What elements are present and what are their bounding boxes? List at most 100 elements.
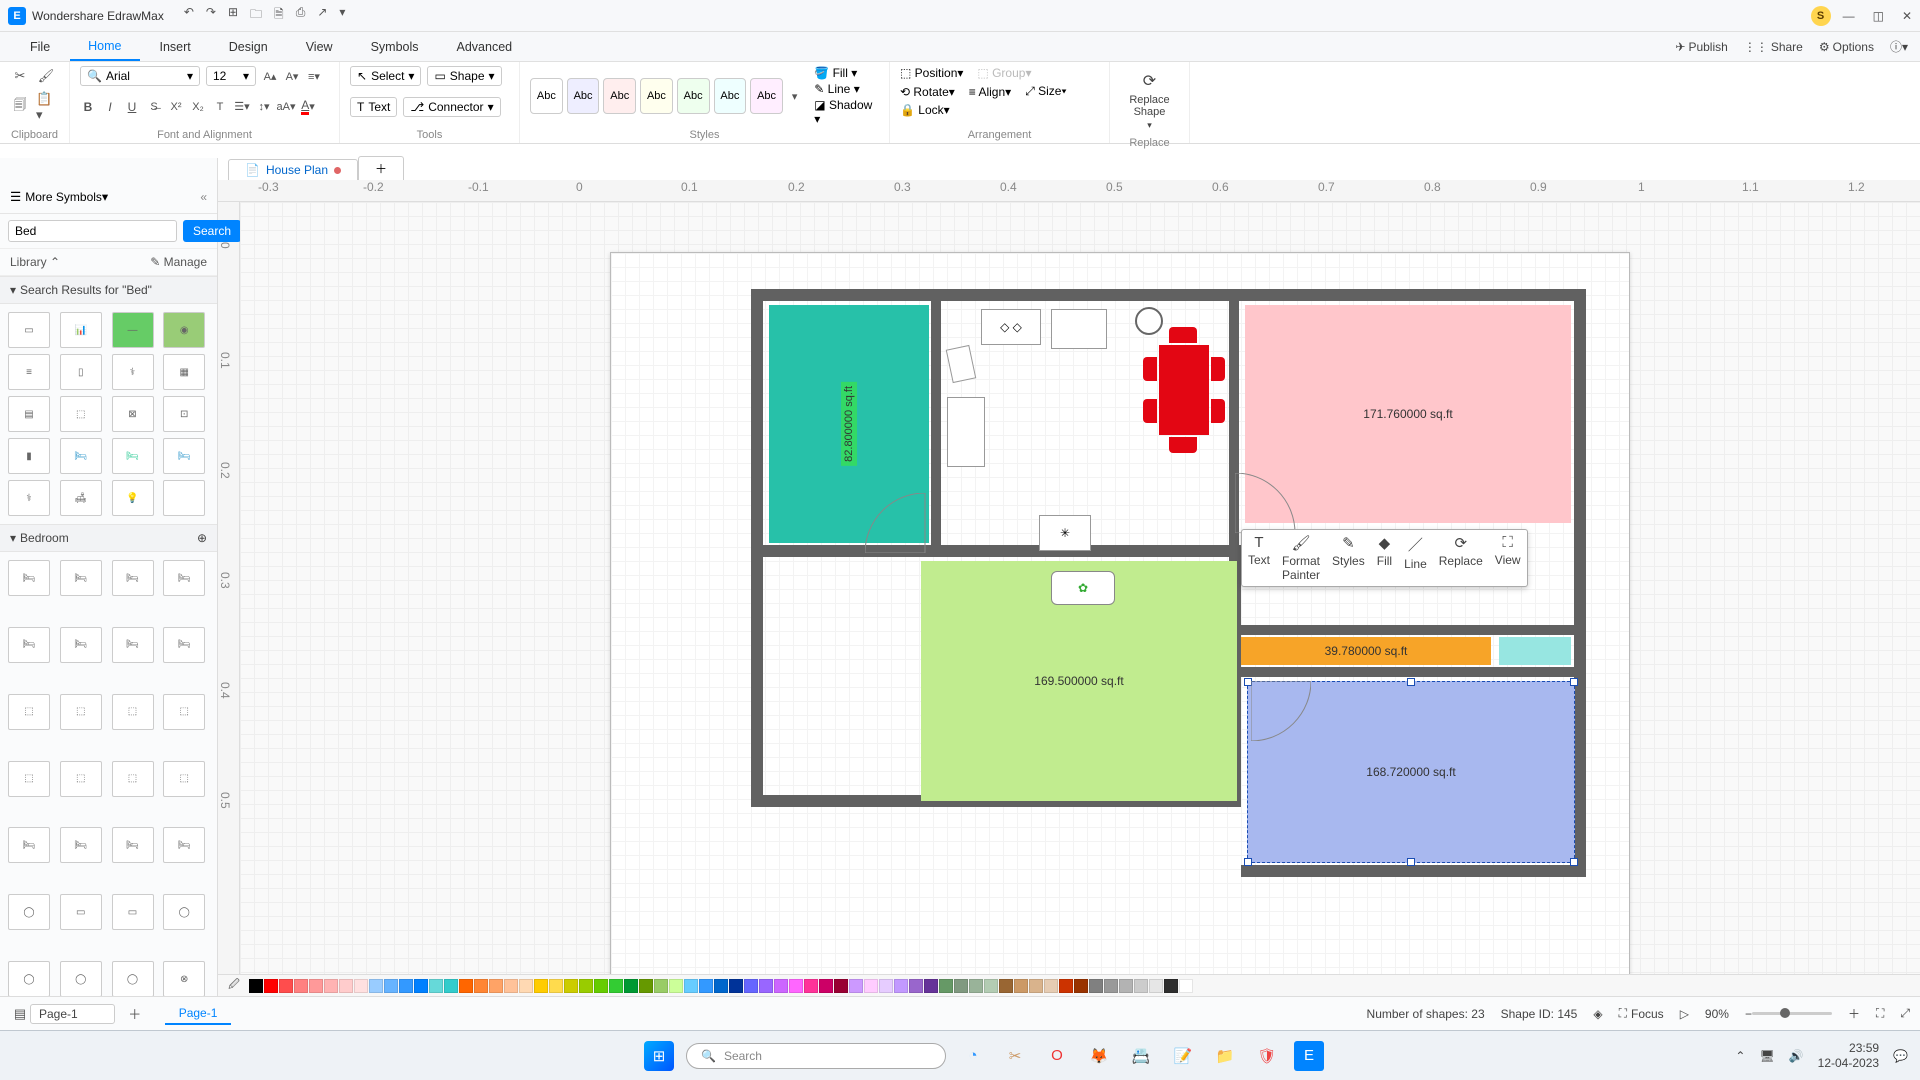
library-link[interactable]: Library ⌃ <box>10 255 60 269</box>
cut-icon[interactable]: ✂ <box>10 66 30 86</box>
symbol-item[interactable]: ▭ <box>8 312 50 348</box>
fullscreen-icon[interactable]: ⤢ <box>1900 1006 1910 1021</box>
color-swatch[interactable] <box>1164 979 1178 993</box>
color-swatch[interactable] <box>1134 979 1148 993</box>
ctx-format-painter-button[interactable]: 🖌Format Painter <box>1282 534 1320 582</box>
ctx-line-button[interactable]: ／Line <box>1404 534 1427 582</box>
symbol-item[interactable]: ⬚ <box>163 761 205 797</box>
color-swatch[interactable] <box>1104 979 1118 993</box>
symbol-item[interactable]: ▦ <box>163 354 205 390</box>
group-button[interactable]: ⬚ Group▾ <box>977 66 1031 80</box>
symbol-item[interactable]: 🛏 <box>163 627 205 663</box>
symbol-item[interactable]: ⊗ <box>163 961 205 997</box>
task-icon[interactable]: ✂ <box>1000 1041 1030 1071</box>
tray-notifications-icon[interactable]: 💬 <box>1893 1049 1908 1063</box>
symbol-item[interactable]: ⬚ <box>60 761 102 797</box>
tray-volume-icon[interactable]: 🔊 <box>1789 1049 1804 1063</box>
symbol-item[interactable]: 🛏 <box>60 627 102 663</box>
zoom-out-icon[interactable]: − <box>1745 1007 1752 1021</box>
select-tool[interactable]: ↖ Select ▾ <box>350 66 421 86</box>
symbol-item[interactable]: 🛏 <box>8 627 50 663</box>
styles-more-icon[interactable]: ▾ <box>787 88 802 104</box>
taskbar-search[interactable]: 🔍 Search <box>686 1043 946 1069</box>
lock-button[interactable]: 🔒 Lock▾ <box>900 103 950 117</box>
font-color-icon[interactable]: A▾ <box>300 99 316 115</box>
symbol-item[interactable]: ⚕ <box>112 354 154 390</box>
pages-icon[interactable]: ▤ <box>10 1004 30 1024</box>
color-swatch[interactable] <box>459 979 473 993</box>
paste-icon[interactable]: 📋▾ <box>36 97 56 117</box>
layers-icon[interactable]: ◈ <box>1593 1007 1602 1021</box>
tray-clock[interactable]: 23:5912-04-2023 <box>1818 1041 1879 1070</box>
tray-monitor-icon[interactable]: 🖥 <box>1759 1049 1774 1063</box>
symbol-item[interactable]: ⬚ <box>8 694 50 730</box>
ctx-styles-button[interactable]: ✎Styles <box>1332 534 1365 582</box>
color-swatch[interactable] <box>279 979 293 993</box>
firefox-icon[interactable]: 🦊 <box>1084 1041 1114 1071</box>
color-swatch[interactable] <box>654 979 668 993</box>
resize-handle[interactable] <box>1570 858 1578 866</box>
text-align-icon[interactable]: T <box>212 99 228 115</box>
resize-handle[interactable] <box>1244 858 1252 866</box>
symbol-item[interactable]: 🛏 <box>60 438 102 474</box>
share-button[interactable]: ⋮⋮ Share <box>1744 40 1803 54</box>
options-button[interactable]: ⚙ Options <box>1819 40 1874 54</box>
symbol-item[interactable]: ◯ <box>8 894 50 930</box>
symbol-item[interactable]: ▮ <box>8 438 50 474</box>
tab-insert[interactable]: Insert <box>142 34 209 60</box>
redo-icon[interactable]: ↷ <box>206 5 216 26</box>
color-swatch[interactable] <box>1074 979 1088 993</box>
spacing-icon[interactable]: ↕▾ <box>256 99 272 115</box>
case-icon[interactable]: aA▾ <box>278 99 294 115</box>
symbol-item[interactable]: 🛋 <box>60 480 102 516</box>
symbol-item[interactable]: 🛏 <box>8 827 50 863</box>
color-swatch[interactable] <box>759 979 773 993</box>
color-swatch[interactable] <box>639 979 653 993</box>
color-swatch[interactable] <box>894 979 908 993</box>
style-preset-6[interactable]: Abc <box>714 78 747 114</box>
symbol-item[interactable] <box>163 480 205 516</box>
clock-shape[interactable] <box>1135 307 1163 335</box>
color-swatch[interactable] <box>324 979 338 993</box>
chair-shape[interactable] <box>946 345 977 383</box>
color-swatch[interactable] <box>984 979 998 993</box>
color-swatch[interactable] <box>474 979 488 993</box>
font-size-select[interactable]: 12 ▾ <box>206 66 256 86</box>
color-swatch[interactable] <box>414 979 428 993</box>
color-swatch[interactable] <box>264 979 278 993</box>
symbol-item[interactable]: ▤ <box>8 396 50 432</box>
new-icon[interactable]: ⊞ <box>228 5 238 26</box>
room-green[interactable]: 169.500000 sq.ft ✿ <box>921 561 1237 801</box>
sink-shape[interactable] <box>1051 309 1107 349</box>
italic-icon[interactable]: I <box>102 99 118 115</box>
color-swatch[interactable] <box>969 979 983 993</box>
help-icon[interactable]: ⓘ▾ <box>1890 38 1908 55</box>
color-swatch[interactable] <box>864 979 878 993</box>
export-icon[interactable]: ↗ <box>317 5 327 26</box>
copy-icon[interactable]: 🗐 <box>10 97 30 117</box>
color-swatch[interactable] <box>819 979 833 993</box>
symbol-item[interactable]: 🛏 <box>60 560 102 596</box>
publish-button[interactable]: ✈ Publish <box>1675 40 1727 54</box>
opera-icon[interactable]: O <box>1042 1041 1072 1071</box>
symbol-item[interactable]: 🛏 <box>112 627 154 663</box>
color-swatch[interactable] <box>909 979 923 993</box>
symbol-item[interactable]: 🛏 <box>163 827 205 863</box>
shrink-font-icon[interactable]: A▾ <box>284 68 300 84</box>
brave-icon[interactable]: 🛡 <box>1252 1041 1282 1071</box>
symbol-item[interactable]: ⬚ <box>8 761 50 797</box>
symbol-item[interactable]: 🛏 <box>8 560 50 596</box>
color-swatch[interactable] <box>309 979 323 993</box>
tab-view[interactable]: View <box>288 34 351 60</box>
symbol-item[interactable]: 📊 <box>60 312 102 348</box>
color-swatch[interactable] <box>1014 979 1028 993</box>
symbol-item[interactable]: ◉ <box>163 312 205 348</box>
fill-button[interactable]: 🪣 Fill ▾ <box>814 66 879 80</box>
add-page-icon[interactable]: ＋ <box>125 1004 145 1024</box>
symbol-item[interactable]: 🛏 <box>112 560 154 596</box>
align-menu-icon[interactable]: ≡▾ <box>306 68 322 84</box>
color-swatch[interactable] <box>774 979 788 993</box>
search-results-header[interactable]: ▾ Search Results for "Bed" <box>0 276 217 304</box>
bold-icon[interactable]: B <box>80 99 96 115</box>
page-select[interactable]: Page-1 <box>30 1004 115 1024</box>
